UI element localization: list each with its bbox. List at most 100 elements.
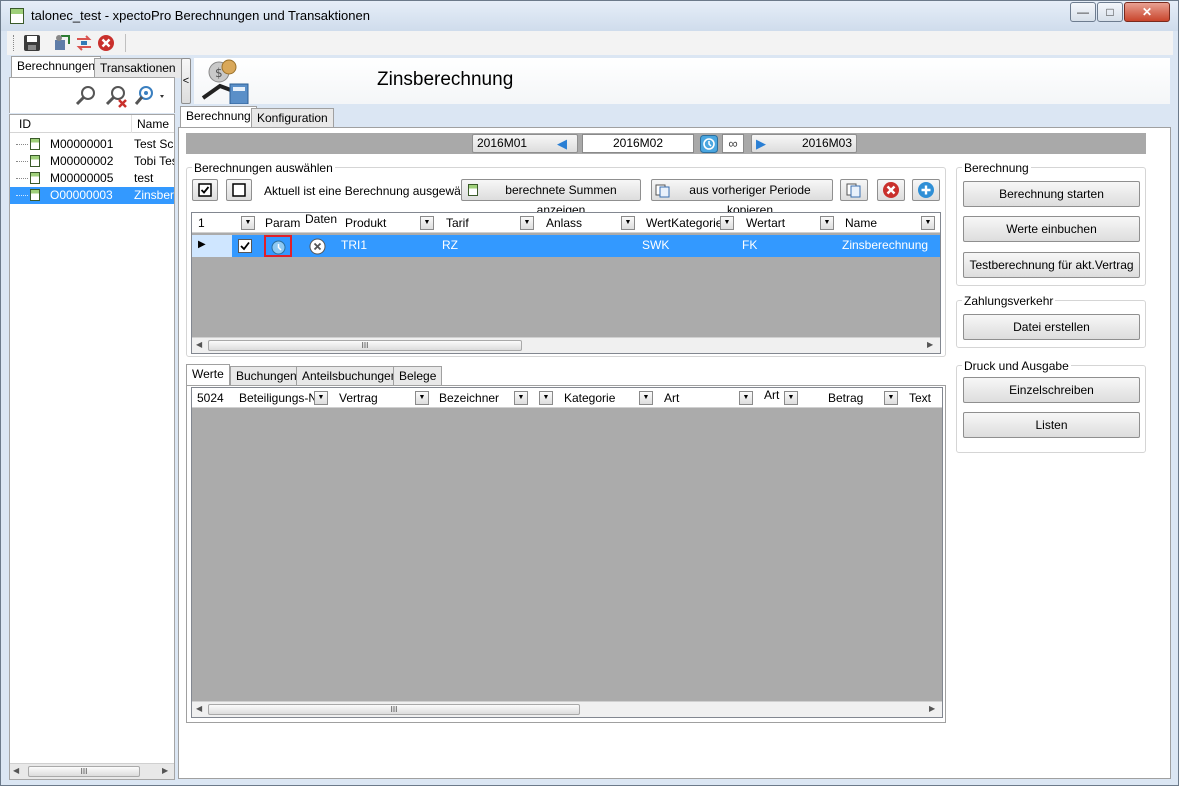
next-period-label: 2016M03: [801, 136, 852, 150]
item-name: Test Scr: [134, 137, 174, 151]
page-title: Zinsberechnung: [377, 69, 514, 90]
bezeichner-filter-dropdown[interactable]: ▼: [514, 391, 528, 405]
column-tarif[interactable]: Tarif: [446, 213, 469, 233]
param-cell-highlight[interactable]: [264, 235, 292, 257]
create-file-button[interactable]: Datei erstellen: [963, 314, 1140, 340]
left-horizontal-scrollbar[interactable]: ◀ III ▶: [10, 763, 174, 779]
start-calculation-button[interactable]: Berechnung starten: [963, 181, 1140, 207]
scroll-thumb[interactable]: III: [28, 766, 140, 777]
param-icon[interactable]: [271, 240, 286, 255]
test-calculation-button[interactable]: Testberechnung für akt.Vertrag: [963, 252, 1140, 278]
current-period-field[interactable]: 2016M02: [582, 134, 694, 153]
search-settings-icon[interactable]: [134, 84, 166, 110]
tab-belege[interactable]: Belege: [393, 366, 443, 386]
scroll-left-arrow[interactable]: ◀: [13, 766, 19, 775]
minimize-button[interactable]: —: [1070, 2, 1096, 22]
deselect-all-button[interactable]: [226, 179, 252, 201]
table-row[interactable]: ▶ TRI1 RZ SWK FK Zinsberechnung: [192, 235, 940, 257]
single-letter-button[interactable]: Einzelschreiben: [963, 377, 1140, 403]
produkt-filter-dropdown[interactable]: ▼: [420, 216, 434, 230]
scroll-right-arrow[interactable]: ▶: [927, 340, 933, 349]
column-art-2[interactable]: Art: [764, 385, 779, 405]
art-filter-dropdown[interactable]: ▼: [739, 391, 753, 405]
copy-button[interactable]: [840, 179, 868, 201]
select-all-button[interactable]: [192, 179, 218, 201]
column-wertart[interactable]: Wertart: [746, 213, 785, 233]
column-produkt[interactable]: Produkt: [345, 213, 386, 233]
add-calculation-button[interactable]: [912, 179, 940, 201]
column-beteiligungs-nr[interactable]: Beteiligungs-Nr: [239, 388, 321, 408]
no-data-icon[interactable]: [309, 238, 326, 255]
wertkategorie-filter-dropdown[interactable]: ▼: [720, 216, 734, 230]
current-row-icon: ▶: [198, 239, 206, 250]
list-item[interactable]: M00000005 test: [10, 170, 174, 187]
transfer-icon[interactable]: [75, 34, 93, 52]
scroll-right-arrow[interactable]: ▶: [929, 704, 935, 713]
calculations-horizontal-scrollbar[interactable]: ◀ III ▶: [192, 337, 940, 353]
betrag-filter-dropdown[interactable]: ▼: [884, 391, 898, 405]
column-name[interactable]: Name: [845, 213, 877, 233]
previous-period-button[interactable]: 2016M01 ◀: [472, 134, 578, 153]
column-param[interactable]: Param: [265, 213, 300, 233]
delete-icon[interactable]: [97, 34, 115, 52]
scroll-thumb[interactable]: III: [208, 340, 522, 351]
next-period-button[interactable]: ▶ 2016M03: [751, 134, 857, 153]
tab-buchungen[interactable]: Buchungen: [230, 366, 303, 386]
kategorie-filter-dropdown-2[interactable]: ▼: [639, 391, 653, 405]
delete-icon: [883, 182, 899, 198]
scroll-right-arrow[interactable]: ▶: [162, 766, 168, 775]
show-sums-button[interactable]: berechnete Summen anzeigen: [461, 179, 641, 217]
delete-calculation-button[interactable]: [877, 179, 905, 201]
refresh-period-icon[interactable]: [700, 135, 718, 153]
tab-werte[interactable]: Werte: [186, 364, 230, 386]
column-text[interactable]: Text: [909, 388, 931, 408]
infinity-toggle[interactable]: ∞: [722, 134, 744, 153]
column-art[interactable]: Art: [664, 388, 679, 408]
column-name[interactable]: Name: [137, 115, 169, 133]
close-button[interactable]: ✕: [1124, 2, 1170, 22]
row-checkbox[interactable]: [238, 239, 252, 253]
column-anlass[interactable]: Anlass: [546, 213, 582, 233]
list-item[interactable]: M00000001 Test Scr: [10, 136, 174, 153]
list-item-selected[interactable]: O00000003 Zinsbere: [10, 187, 174, 204]
column-id[interactable]: ID: [19, 115, 31, 133]
art-2-filter-dropdown[interactable]: ▼: [784, 391, 798, 405]
wertart-filter-dropdown[interactable]: ▼: [820, 216, 834, 230]
anlass-filter-dropdown[interactable]: ▼: [621, 216, 635, 230]
column-daten[interactable]: Daten: [305, 209, 337, 229]
book-values-button[interactable]: Werte einbuchen: [963, 216, 1140, 242]
collapse-left-panel-button[interactable]: <: [181, 58, 191, 104]
clear-search-icon[interactable]: [104, 84, 130, 110]
beteiligungs-nr-filter-dropdown[interactable]: ▼: [314, 391, 328, 405]
werte-horizontal-scrollbar[interactable]: ◀ III ▶: [192, 701, 942, 717]
scroll-left-arrow[interactable]: ◀: [196, 704, 202, 713]
scroll-left-arrow[interactable]: ◀: [196, 340, 202, 349]
tab-berechnungen[interactable]: Berechnungen: [11, 56, 102, 78]
filter-dropdown[interactable]: ▼: [241, 216, 255, 230]
kategorie-filter-dropdown[interactable]: ▼: [539, 391, 553, 405]
tab-berechnung[interactable]: Berechnung: [180, 106, 257, 128]
copy-from-previous-button[interactable]: aus vorheriger Periode kopieren: [651, 179, 833, 217]
tab-anteilsbuchungen[interactable]: Anteilsbuchungen: [296, 366, 404, 386]
column-bezeichner[interactable]: Bezeichner: [439, 388, 499, 408]
scroll-thumb[interactable]: III: [208, 704, 580, 715]
cell-wertkategorie: SWK: [642, 238, 670, 252]
tab-transaktionen[interactable]: Transaktionen: [94, 58, 182, 78]
export-icon[interactable]: [53, 34, 71, 52]
column-betrag[interactable]: Betrag: [828, 388, 863, 408]
previous-period-label: 2016M01: [477, 136, 528, 150]
search-icon[interactable]: [74, 84, 98, 108]
save-icon[interactable]: [23, 34, 41, 52]
maximize-button[interactable]: □: [1097, 2, 1123, 22]
column-wertkategorie[interactable]: WertKategorie: [646, 213, 722, 233]
tab-konfiguration[interactable]: Konfiguration: [251, 108, 334, 128]
tarif-filter-dropdown[interactable]: ▼: [520, 216, 534, 230]
column-kategorie[interactable]: Kategorie: [564, 388, 615, 408]
column-vertrag[interactable]: Vertrag: [339, 388, 378, 408]
vertrag-filter-dropdown[interactable]: ▼: [415, 391, 429, 405]
lists-button[interactable]: Listen: [963, 412, 1140, 438]
cell-wertart: FK: [742, 238, 758, 252]
name-filter-dropdown[interactable]: ▼: [921, 216, 935, 230]
list-item[interactable]: M00000002 Tobi Tes: [10, 153, 174, 170]
row-selector[interactable]: ▶: [192, 235, 232, 257]
